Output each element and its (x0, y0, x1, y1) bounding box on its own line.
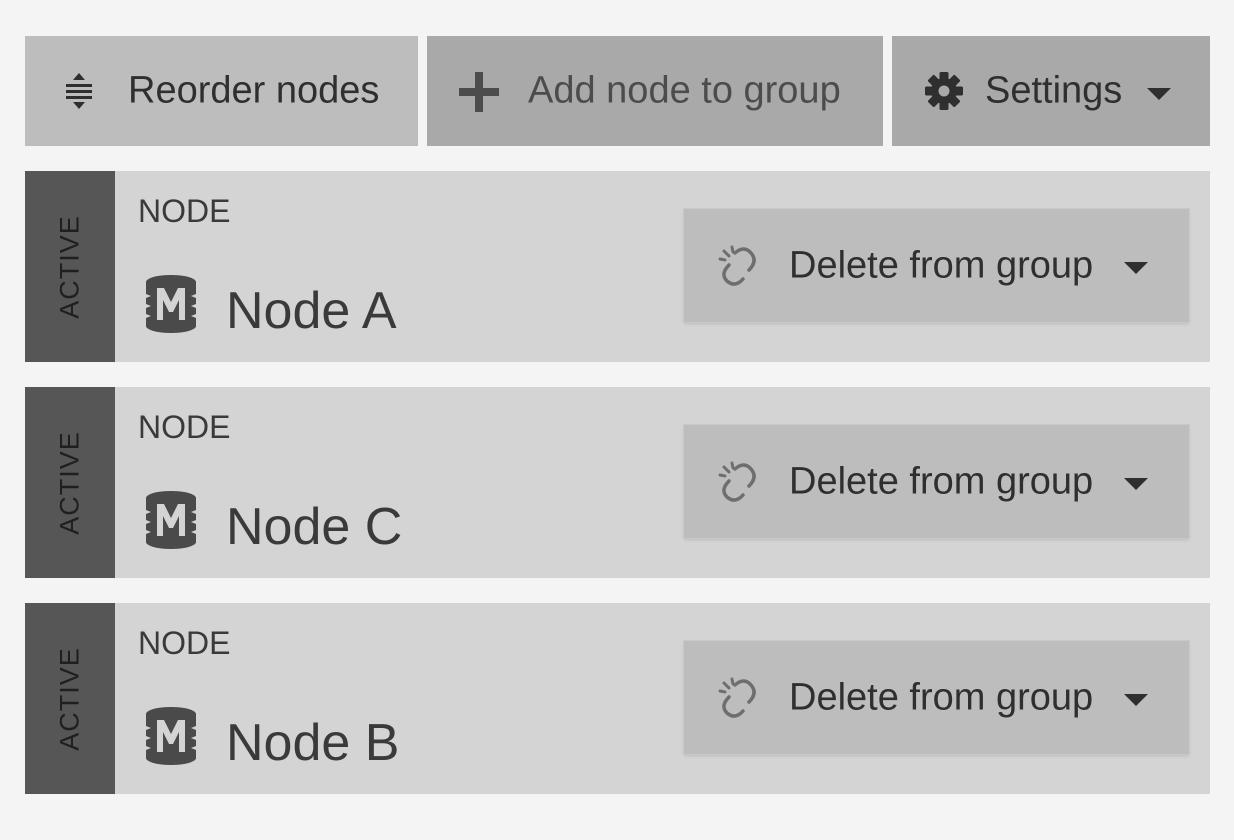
node-type-label: NODE (138, 625, 231, 661)
reorder-icon (66, 73, 92, 109)
status-strip: ACTIVE (25, 387, 115, 578)
database-m-icon (146, 707, 196, 765)
toolbar: Reorder nodes Add node to group Settings (25, 36, 1210, 146)
delete-from-group-label: Delete from group (789, 460, 1094, 502)
status-label: ACTIVE (54, 646, 85, 751)
database-m-icon (146, 275, 196, 333)
node-card: ACTIVE NODE Node A Delete from group (25, 171, 1210, 362)
node-name: Node C (226, 498, 403, 556)
add-node-to-group-label: Add node to group (528, 69, 841, 112)
delete-from-group-button[interactable]: Delete from group (684, 425, 1189, 538)
database-m-icon (146, 491, 196, 549)
unlink-icon (718, 677, 756, 718)
chevron-down-icon (1124, 478, 1148, 490)
chevron-down-icon (1124, 694, 1148, 706)
settings-dropdown-button[interactable]: Settings (892, 36, 1210, 146)
node-name: Node A (226, 282, 397, 340)
status-strip: ACTIVE (25, 603, 115, 794)
node-card: ACTIVE NODE Node B Delete from group (25, 603, 1210, 794)
delete-from-group-label: Delete from group (789, 244, 1094, 286)
unlink-icon (718, 461, 756, 502)
node-type-label: NODE (138, 193, 231, 229)
plus-icon (459, 72, 499, 112)
node-card: ACTIVE NODE Node C Delete from group (25, 387, 1210, 578)
status-strip: ACTIVE (25, 171, 115, 362)
status-label: ACTIVE (54, 430, 85, 535)
gear-icon (925, 72, 963, 110)
delete-from-group-button[interactable]: Delete from group (684, 209, 1189, 322)
status-label: ACTIVE (54, 214, 85, 319)
chevron-down-icon (1147, 88, 1171, 100)
reorder-nodes-label: Reorder nodes (128, 69, 380, 112)
add-node-to-group-button[interactable]: Add node to group (427, 36, 883, 146)
node-type-label: NODE (138, 409, 231, 445)
delete-from-group-button[interactable]: Delete from group (684, 641, 1189, 754)
delete-from-group-label: Delete from group (789, 676, 1094, 718)
unlink-icon (718, 245, 756, 286)
node-name: Node B (226, 714, 400, 772)
reorder-nodes-button[interactable]: Reorder nodes (25, 36, 418, 146)
settings-label: Settings (985, 69, 1123, 112)
chevron-down-icon (1124, 262, 1148, 274)
